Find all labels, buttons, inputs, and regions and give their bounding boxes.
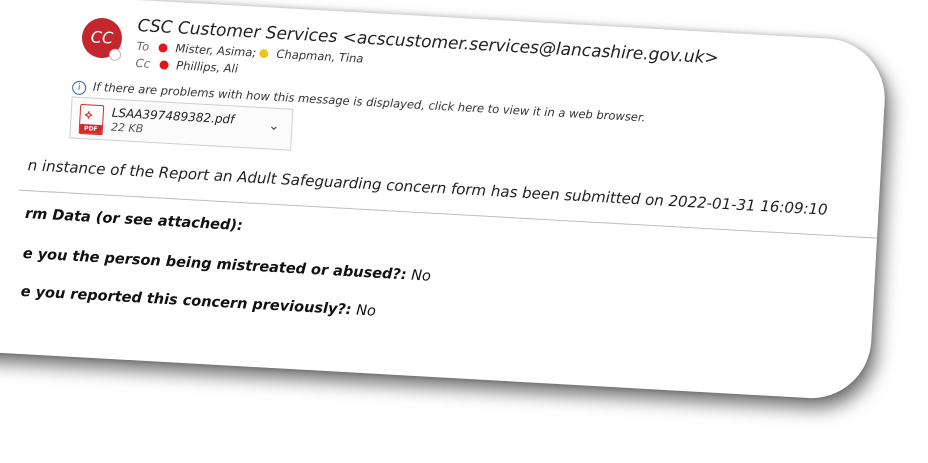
presence-status-icon bbox=[108, 48, 122, 62]
chevron-down-icon[interactable]: ⌄ bbox=[268, 118, 280, 134]
presence-away-icon bbox=[259, 48, 270, 59]
presence-red-icon bbox=[158, 43, 169, 53]
answer-text: No bbox=[351, 302, 377, 320]
question-text: e you reported this concern previously?: bbox=[20, 283, 353, 319]
to-label: To bbox=[136, 38, 150, 54]
email-card: CC CSC Customer Services <acscustomer.se… bbox=[0, 0, 926, 463]
form-data-heading: rm Data (or see attached): bbox=[24, 206, 244, 235]
answer-text: No bbox=[406, 267, 432, 285]
recipient-to-1[interactable]: Mister, Asima; bbox=[175, 41, 257, 59]
info-icon: i bbox=[71, 80, 87, 96]
cc-label: Cc bbox=[135, 55, 151, 71]
recipient-to-2[interactable]: Chapman, Tina bbox=[276, 47, 364, 66]
body-intro: n instance of the Report an Adult Safegu… bbox=[27, 156, 829, 219]
email-message: CC CSC Customer Services <acscustomer.se… bbox=[0, 0, 888, 402]
form-question-2: e you reported this concern previously?:… bbox=[20, 284, 376, 320]
recipient-cc-1[interactable]: Phillips, Ali bbox=[176, 58, 239, 75]
question-text: e you the person being mistreated or abu… bbox=[22, 245, 408, 284]
attachment-size: 22 KB bbox=[110, 120, 144, 136]
avatar-initials: CC bbox=[90, 27, 114, 48]
presence-red-icon bbox=[159, 60, 169, 70]
pdf-file-icon: ⟡ PDF bbox=[78, 103, 105, 136]
form-question-1: e you the person being mistreated or abu… bbox=[22, 246, 431, 285]
